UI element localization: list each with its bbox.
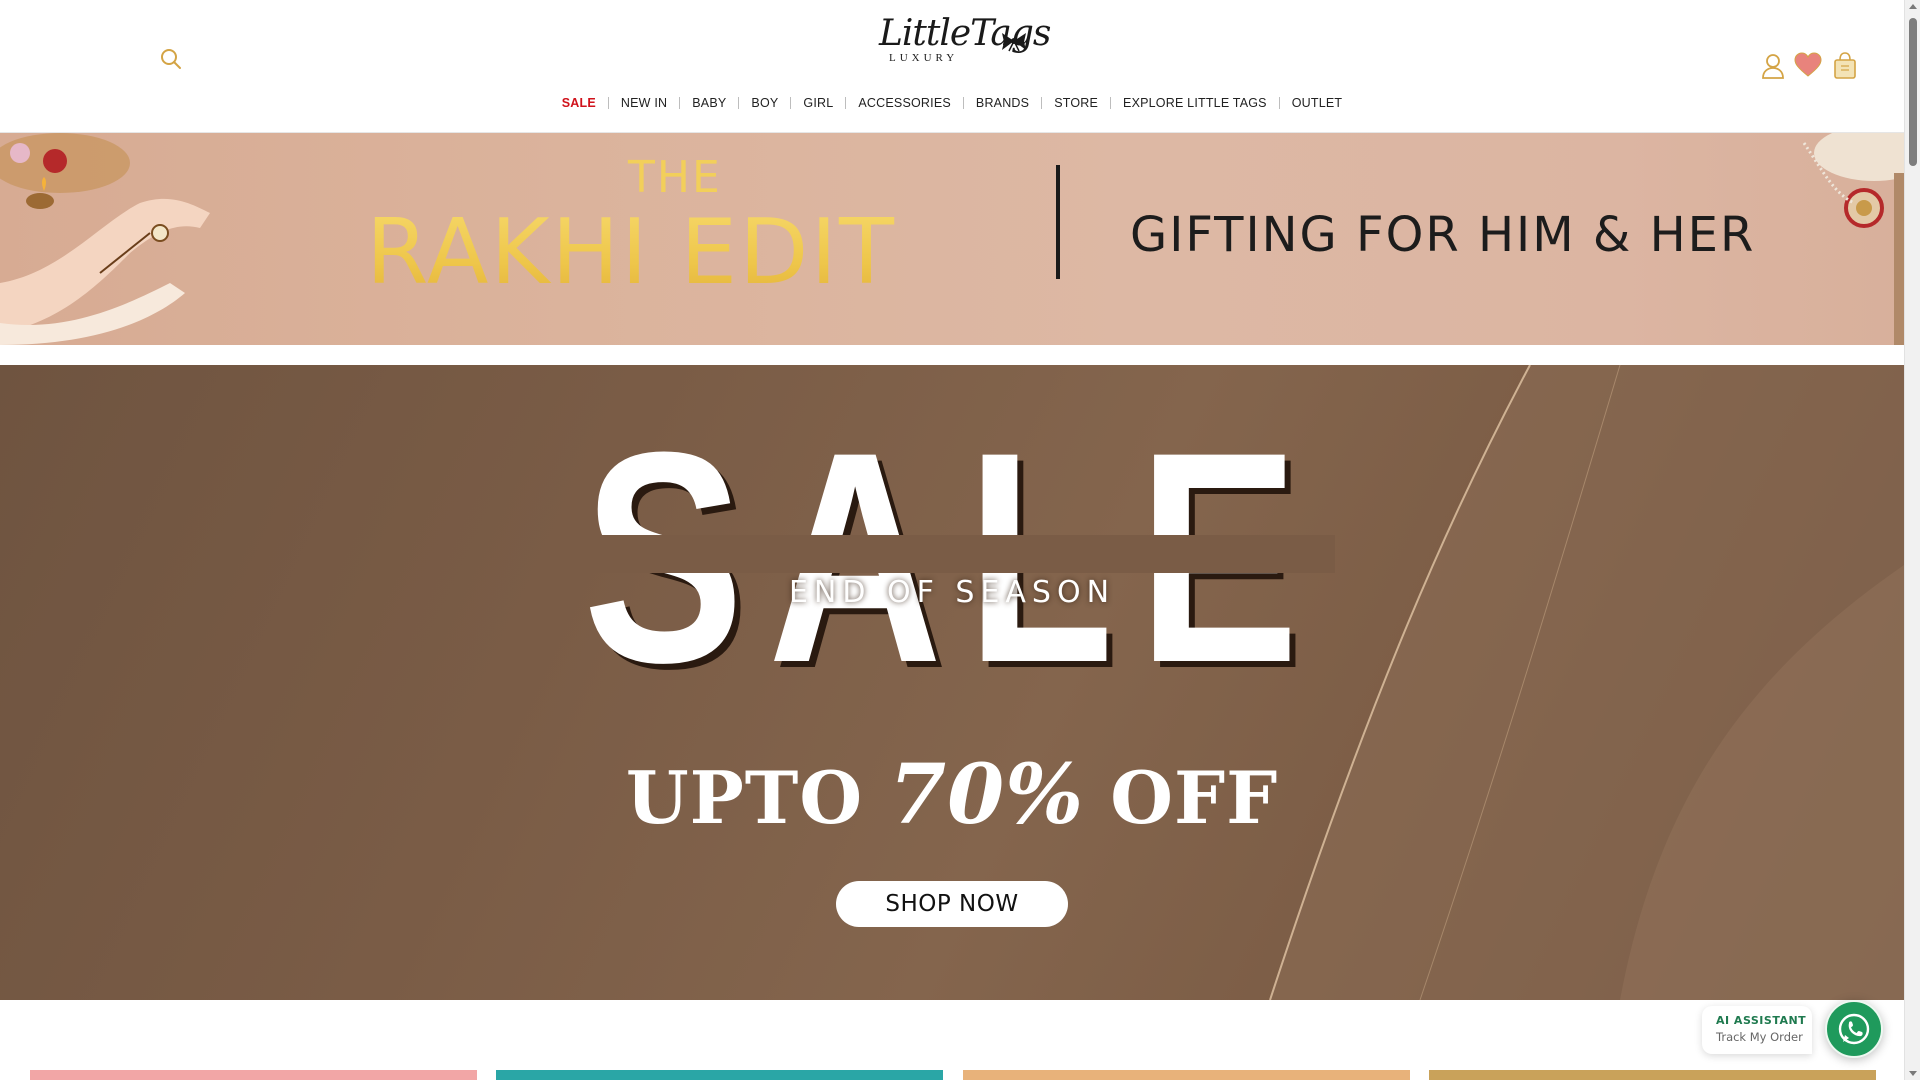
nav-item-new-in[interactable]: NEW IN <box>609 94 679 112</box>
hero-offer: UPTO 70% OFF <box>0 753 1904 840</box>
category-card[interactable] <box>1429 1070 1876 1080</box>
search-button[interactable] <box>158 46 184 72</box>
nav-item-baby[interactable]: BABY <box>680 94 738 112</box>
site-header: LittleTags LUXURY SALE NEW IN BABY BOY G… <box>0 0 1904 133</box>
category-card[interactable] <box>496 1070 943 1080</box>
hero-sale-word: SALE SALE <box>575 413 1335 693</box>
ai-assistant-title: AI ASSISTANT <box>1716 1014 1807 1027</box>
nav-item-outlet[interactable]: OUTLET <box>1280 94 1355 112</box>
main-nav: SALE NEW IN BABY BOY GIRL ACCESSORIES BR… <box>0 94 1904 112</box>
nav-item-brands[interactable]: BRANDS <box>964 94 1041 112</box>
nav-item-sale[interactable]: SALE <box>550 94 608 112</box>
nav-item-explore-little-tags[interactable]: EXPLORE LITTLE TAGS <box>1111 94 1279 112</box>
shopping-bag-icon <box>1834 52 1856 79</box>
rakhi-divider <box>1056 165 1060 279</box>
account-button[interactable] <box>1760 52 1786 80</box>
site-logo[interactable]: LittleTags LUXURY <box>875 12 1051 70</box>
user-icon <box>1762 54 1784 79</box>
search-icon <box>161 49 181 69</box>
category-card[interactable] <box>963 1070 1410 1080</box>
rakhi-the-text: THE <box>628 152 722 203</box>
offer-prefix: UPTO <box>625 755 864 840</box>
nav-item-accessories[interactable]: ACCESSORIES <box>846 94 963 112</box>
offer-suffix: OFF <box>1110 755 1279 840</box>
scroll-thumb[interactable] <box>1909 18 1917 166</box>
header-actions <box>1760 52 1910 82</box>
bow-icon <box>1002 33 1026 52</box>
nav-item-boy[interactable]: BOY <box>739 94 790 112</box>
rakhi-tagline: GIFTING FOR HIM & HER <box>1130 207 1756 263</box>
rakhi-edit-banner[interactable]: THE RAKHI EDIT GIFTING FOR HIM & HER <box>0 133 1904 345</box>
ai-assistant-subtitle: Track My Order <box>1716 1030 1803 1044</box>
page-scrollbar[interactable] <box>1904 0 1920 1080</box>
scroll-down-arrow[interactable] <box>1909 1071 1917 1076</box>
logo-subtext: LUXURY <box>889 52 959 64</box>
shop-now-button[interactable]: SHOP NOW <box>836 881 1068 927</box>
whatsapp-icon <box>1838 1013 1870 1045</box>
category-card[interactable] <box>30 1070 477 1080</box>
scroll-up-arrow[interactable] <box>1909 4 1917 9</box>
rakhi-hands-image <box>0 133 210 345</box>
end-of-season-sale-banner[interactable]: SALE SALE END OF SEASON UPTO 70% OFF SHO… <box>0 365 1904 1000</box>
category-cards-row <box>0 1070 1904 1080</box>
rakhi-title: RAKHI EDIT <box>366 200 896 305</box>
ai-assistant-chip[interactable]: AI ASSISTANT Track My Order <box>1702 1006 1812 1054</box>
wishlist-button[interactable] <box>1794 52 1822 78</box>
whatsapp-chat-button[interactable] <box>1825 1000 1883 1058</box>
nav-item-store[interactable]: STORE <box>1042 94 1110 112</box>
hero-subtitle: END OF SEASON <box>788 575 1116 610</box>
cart-button[interactable] <box>1832 52 1858 80</box>
heart-icon <box>1794 52 1822 77</box>
offer-value: 70% <box>889 747 1085 843</box>
rakhi-decor-image <box>1802 133 1904 345</box>
nav-item-girl[interactable]: GIRL <box>791 94 845 112</box>
